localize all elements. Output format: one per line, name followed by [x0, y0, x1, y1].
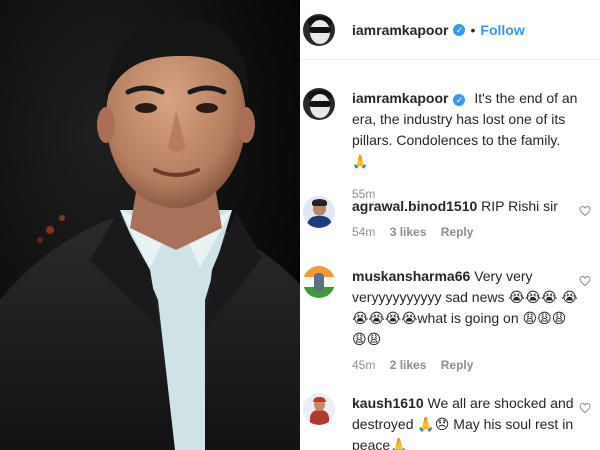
- avatar[interactable]: [303, 13, 335, 46]
- post-caption: iamramkapoor ✓ It's the end of an era, th…: [303, 88, 595, 201]
- comment-text: kaush1610 We all are shocked and destroy…: [352, 393, 579, 450]
- avatar[interactable]: [303, 393, 335, 425]
- comment-text: muskansharma66 Very very veryyyyyyyyyy s…: [352, 266, 579, 350]
- comment-text: agrawal.binod1510 RIP Rishi sir: [352, 196, 579, 217]
- comment-row: kaush1610 We all are shocked and destroy…: [303, 393, 595, 450]
- caption-username[interactable]: iamramkapoor: [352, 90, 448, 106]
- comment-time[interactable]: 54m: [352, 225, 375, 239]
- comment-row: agrawal.binod1510 RIP Rishi sir 54m 3 li…: [303, 196, 595, 239]
- comment-username[interactable]: muskansharma66: [352, 268, 470, 284]
- avatar[interactable]: [303, 196, 335, 228]
- comment-likes[interactable]: 3 likes: [390, 225, 427, 239]
- verified-badge-icon: ✓: [453, 23, 466, 36]
- comment-row: muskansharma66 Very very veryyyyyyyyyy s…: [303, 266, 595, 372]
- portrait-image: [0, 0, 300, 450]
- follow-button[interactable]: Follow: [480, 22, 524, 38]
- post-sidebar: iamramkapoor ✓ • Follow iamramkapoor ✓ It…: [300, 0, 600, 450]
- comment-username[interactable]: agrawal.binod1510: [352, 198, 477, 214]
- caption-text: iamramkapoor ✓ It's the end of an era, th…: [352, 88, 579, 173]
- post-photo: [0, 0, 300, 450]
- comment-time[interactable]: 45m: [352, 358, 375, 372]
- comment-likes[interactable]: 2 likes: [390, 358, 427, 372]
- heart-icon[interactable]: [579, 402, 591, 414]
- header-username[interactable]: iamramkapoor: [352, 22, 448, 38]
- avatar[interactable]: [303, 88, 335, 120]
- separator-dot: •: [470, 21, 476, 38]
- comment-username[interactable]: kaush1610: [352, 395, 424, 411]
- heart-icon[interactable]: [579, 275, 591, 287]
- post-header: iamramkapoor ✓ • Follow: [300, 0, 600, 60]
- heart-icon[interactable]: [579, 205, 591, 217]
- folded-hands-emoji: 🙏: [352, 155, 369, 170]
- comment-body: RIP Rishi sir: [481, 198, 558, 214]
- verified-badge-icon: ✓: [453, 94, 466, 106]
- reply-button[interactable]: Reply: [441, 225, 474, 239]
- avatar[interactable]: [303, 266, 335, 298]
- reply-button[interactable]: Reply: [441, 358, 474, 372]
